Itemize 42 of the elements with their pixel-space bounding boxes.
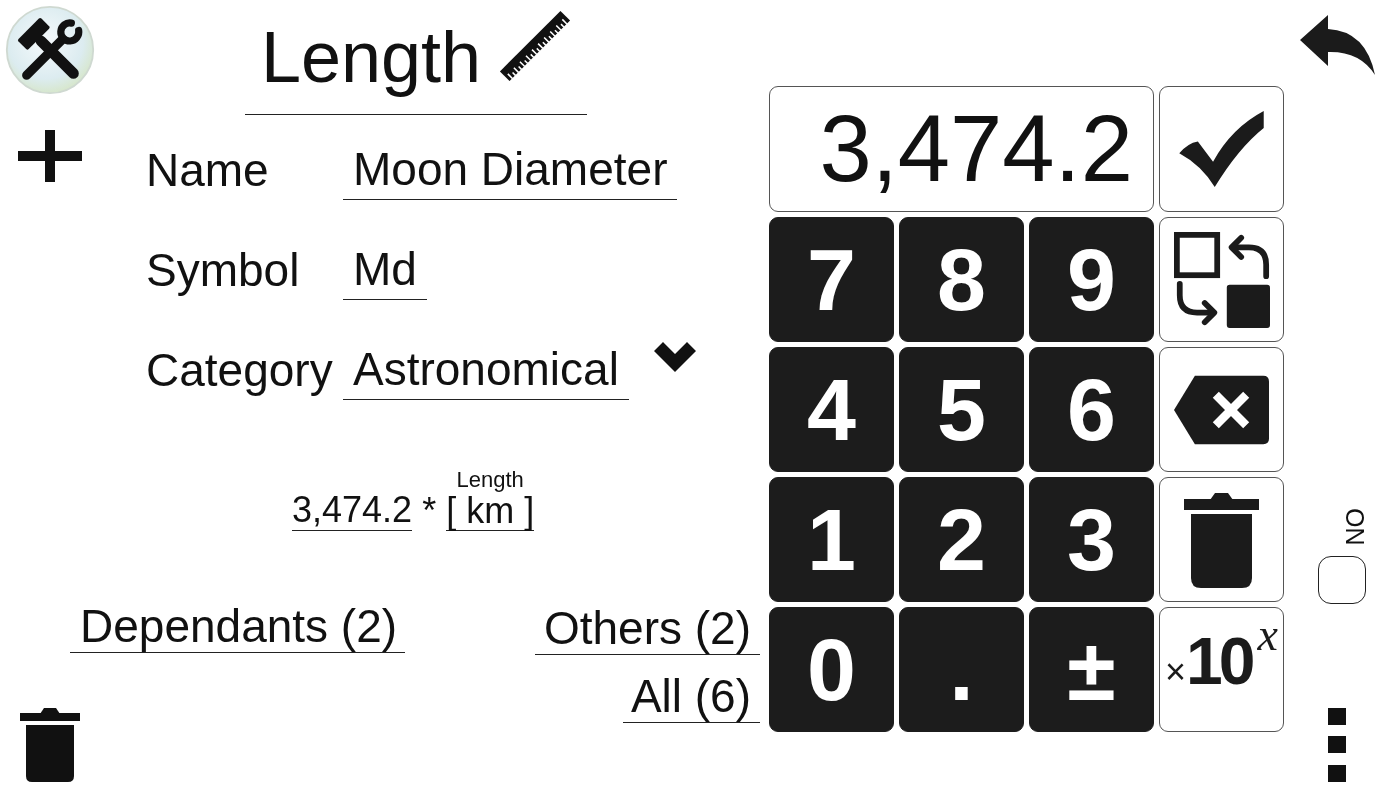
back-arrow-icon[interactable] bbox=[1300, 15, 1375, 75]
keypad-key[interactable]: 4 bbox=[769, 347, 894, 472]
toggle-label: NO bbox=[1342, 508, 1368, 546]
factor-field[interactable]: 3,474.2 bbox=[292, 490, 413, 531]
keypad-key[interactable]: 5 bbox=[899, 347, 1024, 472]
plus-icon[interactable] bbox=[18, 130, 82, 182]
tools-icon[interactable] bbox=[5, 5, 95, 95]
check-icon bbox=[1179, 111, 1264, 187]
keypad-key[interactable]: . bbox=[899, 607, 1024, 732]
multiply-sign: * bbox=[422, 491, 437, 531]
others-link[interactable]: Others (2) bbox=[535, 602, 760, 655]
input-field[interactable]: Md bbox=[343, 240, 427, 300]
keypad-key[interactable]: 6 bbox=[1029, 347, 1154, 472]
chevron-down-icon[interactable] bbox=[653, 342, 696, 372]
keypad-key[interactable]: 7 bbox=[769, 217, 894, 342]
confirm-button[interactable] bbox=[1159, 86, 1284, 212]
dropdown-field[interactable]: Astronomical bbox=[343, 340, 629, 400]
input-field[interactable]: Moon Diameter bbox=[343, 140, 678, 200]
backspace-icon bbox=[1174, 374, 1269, 445]
keypad-key[interactable]: ± bbox=[1029, 607, 1154, 732]
dependants-link[interactable]: Dependants (2) bbox=[70, 600, 405, 653]
backspace-button[interactable] bbox=[1159, 347, 1284, 472]
keypad-key[interactable]: 9 bbox=[1029, 217, 1154, 342]
keypad-key[interactable]: 3 bbox=[1029, 477, 1154, 602]
clear-button[interactable] bbox=[1159, 477, 1284, 602]
field-label: Category bbox=[146, 343, 334, 398]
field-label: Name bbox=[146, 143, 270, 198]
number-input-field[interactable]: 3,474.2 bbox=[769, 86, 1154, 212]
keypad-key[interactable]: 8 bbox=[899, 217, 1024, 342]
checkbox[interactable] bbox=[1318, 555, 1366, 604]
unit-caption: Length bbox=[456, 468, 524, 492]
more-menu-icon[interactable] bbox=[1328, 707, 1346, 782]
trash-icon bbox=[1184, 491, 1259, 588]
all-link[interactable]: All (6) bbox=[623, 670, 760, 723]
trash-icon[interactable] bbox=[20, 706, 80, 782]
swap-icon bbox=[1173, 231, 1270, 328]
unit-link[interactable]: [ km ] bbox=[446, 492, 535, 531]
keypad-key[interactable]: 2 bbox=[899, 477, 1024, 602]
swap-button[interactable] bbox=[1159, 217, 1284, 342]
keypad-key[interactable]: 0 bbox=[769, 607, 894, 732]
field-label: Symbol bbox=[146, 243, 301, 298]
keypad-key[interactable]: 1 bbox=[769, 477, 894, 602]
